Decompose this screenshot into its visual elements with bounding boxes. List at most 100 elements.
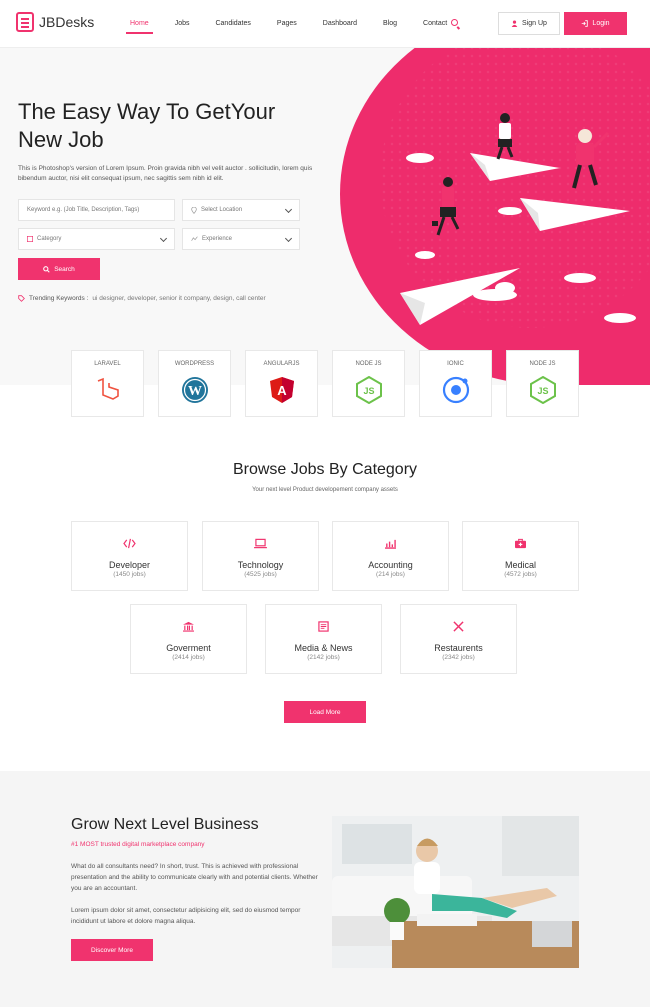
tech-card-nodejs-2[interactable]: NODE JS JS <box>506 350 579 417</box>
newspaper-icon <box>318 621 329 632</box>
category-card-media-news[interactable]: Media & News (2142 jobs) <box>265 604 382 674</box>
business-paragraph-1: What do all consultants need? In short, … <box>71 863 318 892</box>
tech-label: LARAVEL <box>94 361 121 367</box>
logo[interactable]: JBDesks <box>16 12 94 32</box>
discover-more-button[interactable]: Discover More <box>71 939 153 961</box>
business-subtitle: #1 MOST trusted digital marketplace comp… <box>71 841 205 848</box>
category-name: Developer <box>108 560 151 570</box>
category-count: (2414 jobs) <box>172 654 205 661</box>
category-card-technology[interactable]: Technology (4525 jobs) <box>202 521 319 591</box>
hero-title-line1: The Easy Way To GetYour <box>18 99 276 124</box>
category-count: (2342 jobs) <box>442 654 475 661</box>
bank-icon <box>183 621 194 632</box>
signup-button[interactable]: Sign Up <box>498 12 560 35</box>
keyword-placeholder: Keyword e.g. (Job Title, Description, Ta… <box>27 207 140 213</box>
nav-blog[interactable]: Blog <box>383 0 397 48</box>
category-name: Goverment <box>166 643 211 653</box>
login-button[interactable]: Login <box>564 12 627 35</box>
svg-text:W: W <box>188 384 202 399</box>
nodejs-icon: JS <box>528 375 558 405</box>
category-card-developer[interactable]: Developer (1450 jobs) <box>71 521 188 591</box>
nav-dashboard[interactable]: Dashboard <box>323 0 357 48</box>
chevron-down-icon <box>284 205 293 214</box>
category-card-accounting[interactable]: Accounting (214 jobs) <box>332 521 449 591</box>
category-count: (2142 jobs) <box>307 654 340 661</box>
nav-contact[interactable]: Contact <box>423 0 447 48</box>
category-count: (4572 jobs) <box>504 571 537 578</box>
search-button[interactable]: Search <box>18 258 100 280</box>
business-title: Grow Next Level Business <box>71 816 259 833</box>
business-section: Grow Next Level Business #1 MOST trusted… <box>0 771 650 1007</box>
search-label: Search <box>54 265 75 273</box>
tech-card-angular[interactable]: ANGULARJS A <box>245 350 318 417</box>
angular-icon: A <box>267 375 297 405</box>
signup-label: Sign Up <box>522 20 547 27</box>
load-more-button[interactable]: Load More <box>284 701 366 723</box>
logo-icon <box>16 12 34 32</box>
categories-subtitle: Your next level Product developement com… <box>252 487 398 493</box>
technology-row: LARAVEL WORDPRESS W ANGULARJS A NODE JS … <box>71 350 579 417</box>
main-nav: Home Jobs Candidates Pages Dashboard Blo… <box>126 0 473 48</box>
svg-text:JS: JS <box>363 386 374 396</box>
svg-text:A: A <box>277 383 287 398</box>
ionic-icon <box>441 375 471 405</box>
experience-select[interactable]: Experience <box>182 228 300 250</box>
category-name: Medical <box>504 560 536 570</box>
category-placeholder: Category <box>37 236 62 242</box>
category-card-goverment[interactable]: Goverment (2414 jobs) <box>130 604 247 674</box>
chevron-down-icon <box>159 234 168 243</box>
nav-jobs[interactable]: Jobs <box>175 0 190 48</box>
category-count: (4525 jobs) <box>244 571 277 578</box>
login-label: Login <box>592 20 610 27</box>
chart-icon <box>385 539 396 549</box>
category-count: (214 jobs) <box>376 571 405 578</box>
location-pin-icon <box>191 206 197 214</box>
tag-icon <box>18 295 25 302</box>
tech-card-wordpress[interactable]: WORDPRESS W <box>158 350 231 417</box>
laravel-icon <box>93 375 123 405</box>
user-icon <box>511 20 518 27</box>
tech-card-nodejs[interactable]: NODE JS JS <box>332 350 405 417</box>
hero-section: The Easy Way To GetYour New Job This is … <box>0 48 650 385</box>
medical-kit-icon <box>515 538 526 549</box>
hero-illustration <box>400 113 636 325</box>
category-card-medical[interactable]: Medical (4572 jobs) <box>462 521 579 591</box>
hero-title-line2: New Job <box>18 127 104 152</box>
chevron-down-icon <box>284 234 293 243</box>
laptop-icon <box>254 538 267 549</box>
nav-pages[interactable]: Pages <box>277 0 297 48</box>
business-paragraph-2: Lorem ipsum dolor sit amet, consectetur … <box>71 907 301 925</box>
search-icon[interactable] <box>451 19 458 26</box>
keyword-input[interactable]: Keyword e.g. (Job Title, Description, Ta… <box>18 199 175 221</box>
hero-description: This is Photoshop's version of Lorem Ips… <box>18 165 313 182</box>
tech-label: ANGULARJS <box>263 361 300 367</box>
category-select[interactable]: Category <box>18 228 175 250</box>
tech-card-laravel[interactable]: LARAVEL <box>71 350 144 417</box>
svg-text:JS: JS <box>537 386 548 396</box>
header: JBDesks Home Jobs Candidates Pages Dashb… <box>0 0 650 48</box>
category-name: Technology <box>237 560 284 570</box>
tech-label: IONIC <box>447 361 464 367</box>
categories-title: Browse Jobs By Category <box>232 461 418 478</box>
trending-tags[interactable]: ui designer, developer, senior it compan… <box>92 295 265 302</box>
category-name: Restaurents <box>434 643 483 653</box>
category-name: Media & News <box>294 643 353 653</box>
category-icon <box>27 236 33 242</box>
experience-icon <box>191 236 198 241</box>
location-select[interactable]: Select Location <box>182 199 300 221</box>
category-name: Accounting <box>368 560 413 570</box>
tech-card-ionic[interactable]: IONIC <box>419 350 492 417</box>
tech-label: NODE JS <box>529 361 556 367</box>
login-icon <box>582 20 589 27</box>
trending-keywords: Trending Keywords : ui designer, develop… <box>18 295 266 302</box>
logo-text: JBDesks <box>39 14 95 30</box>
search-icon <box>43 265 50 273</box>
nav-candidates[interactable]: Candidates <box>215 0 250 48</box>
experience-placeholder: Experience <box>202 236 233 242</box>
nav-home[interactable]: Home <box>126 0 153 48</box>
wordpress-icon: W <box>180 375 210 405</box>
hero-title: The Easy Way To GetYour New Job <box>18 98 338 154</box>
business-photo <box>332 816 579 968</box>
category-card-restaurents[interactable]: Restaurents (2342 jobs) <box>400 604 517 674</box>
utensils-icon <box>453 621 464 632</box>
